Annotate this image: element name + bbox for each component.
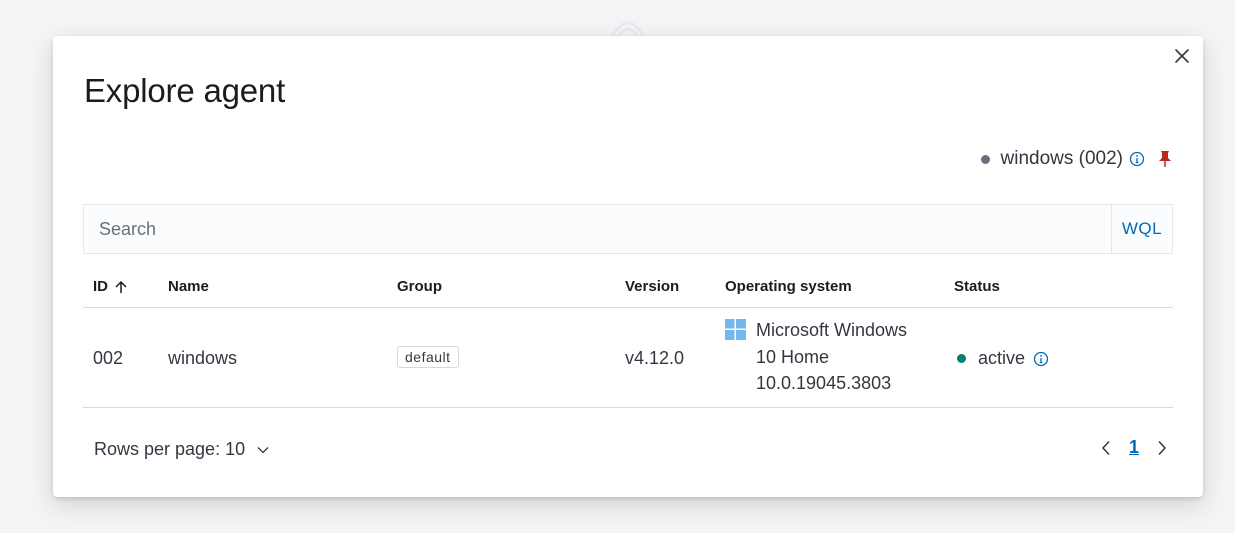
agent-status-dot: [980, 154, 990, 164]
cell-name: windows: [168, 348, 238, 368]
status-dot: [957, 354, 966, 363]
wql-button[interactable]: WQL: [1111, 205, 1172, 253]
cell-version: v4.12.0: [625, 348, 685, 368]
arrow-up-icon: [115, 280, 127, 293]
pagination-row: Rows per page: 10 1: [83, 431, 1173, 475]
chevron-left-icon[interactable]: [1101, 440, 1111, 456]
column-label: Operating system: [725, 278, 852, 295]
pinned-agent: windows (002): [980, 148, 1174, 170]
os-build: 10.0.19045.3803: [756, 373, 892, 393]
os-name: Microsoft Windows: [756, 320, 908, 340]
close-icon[interactable]: [1173, 47, 1191, 65]
column-header-name[interactable]: Name: [168, 278, 209, 295]
column-header-group[interactable]: Group: [397, 278, 442, 295]
info-icon[interactable]: [1033, 351, 1049, 367]
column-label: ID: [93, 278, 108, 295]
modal-title: Explore agent: [84, 72, 286, 109]
pager: 1: [1101, 437, 1167, 458]
agents-table: ID Name Group Version Operating system S…: [83, 262, 1173, 408]
column-label: Name: [168, 278, 209, 295]
column-label: Status: [954, 278, 1000, 295]
search-input[interactable]: [84, 205, 1111, 253]
page-number-button[interactable]: 1: [1129, 437, 1139, 458]
search-bar: WQL: [83, 204, 1173, 254]
column-header-version[interactable]: Version: [625, 278, 679, 295]
status-label: active: [978, 348, 1026, 368]
group-badge[interactable]: default: [397, 346, 459, 368]
column-header-status[interactable]: Status: [954, 278, 1000, 295]
info-icon[interactable]: [1129, 151, 1145, 167]
explore-agent-modal: Explore agent windows (002) WQL ID Nam: [53, 36, 1203, 497]
chevron-right-icon[interactable]: [1157, 440, 1167, 456]
windows-icon: [725, 319, 746, 340]
table-row[interactable]: 002 windows default v4.12.0 Microsoft Wi…: [83, 308, 1173, 408]
cell-group: default: [397, 346, 459, 368]
rows-per-page-label: Rows per page: 10: [94, 439, 246, 459]
cell-id: 002: [93, 348, 124, 368]
pinned-agent-label[interactable]: windows (002): [1001, 148, 1124, 170]
rows-per-page-dropdown[interactable]: Rows per page: 10: [94, 439, 269, 460]
table-header: ID Name Group Version Operating system S…: [83, 262, 1173, 308]
os-text: Microsoft Windows 10 Home 10.0.19045.380…: [756, 317, 907, 397]
column-header-id[interactable]: ID: [93, 278, 128, 295]
column-header-os[interactable]: Operating system: [725, 278, 852, 295]
cell-status: active: [957, 348, 1049, 369]
os-edition: 10 Home: [756, 346, 830, 367]
column-label: Group: [397, 278, 442, 295]
cell-os: Microsoft Windows 10 Home 10.0.19045.380…: [725, 317, 907, 397]
pin-icon[interactable]: [1157, 150, 1173, 168]
column-label: Version: [625, 278, 680, 295]
chevron-down-icon: [257, 446, 269, 453]
